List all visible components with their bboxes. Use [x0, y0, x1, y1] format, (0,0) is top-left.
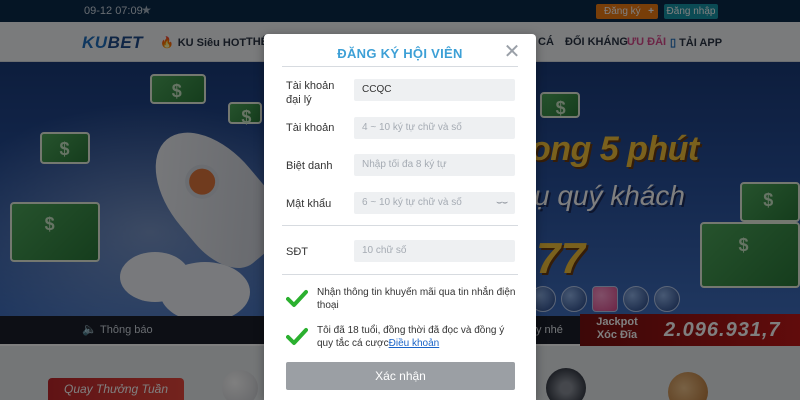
terms-link[interactable]: Điều khoản	[389, 338, 440, 349]
terms-checkbox-label: Tôi đã 18 tuổi, đồng thời đã đọc và đồng…	[317, 324, 517, 350]
agent-label: Tài khoản đại lý	[286, 80, 335, 106]
password-label: Mật khẩu	[286, 198, 332, 210]
register-modal: ĐĂNG KÝ HỘI VIÊN ✕ Tài khoản đại lý CCQC…	[264, 34, 536, 400]
eye-icon[interactable]: ⌣⌣	[496, 197, 508, 208]
password-input[interactable]: 6 ~ 10 ký tự chữ và số	[354, 192, 515, 214]
phone-label: SĐT	[286, 246, 308, 258]
account-label: Tài khoản	[286, 122, 335, 134]
checkmark-icon	[286, 328, 308, 345]
divider	[282, 225, 518, 226]
promo-checkbox[interactable]	[286, 288, 308, 310]
close-icon[interactable]: ✕	[502, 42, 522, 62]
account-input[interactable]: 4 ~ 10 ký tự chữ và số	[354, 117, 515, 139]
phone-input[interactable]: 10 chữ số	[354, 240, 515, 262]
nickname-input[interactable]: Nhập tối đa 8 ký tự	[354, 154, 515, 176]
terms-checkbox[interactable]	[286, 326, 308, 348]
submit-button[interactable]: Xác nhận	[286, 362, 515, 390]
agent-field[interactable]: CCQC	[354, 79, 515, 101]
promo-checkbox-label: Nhận thông tin khuyến mãi qua tin nhắn đ…	[317, 287, 516, 311]
nickname-label: Biệt danh	[286, 160, 333, 172]
divider	[282, 274, 518, 275]
divider	[282, 66, 518, 67]
modal-title: ĐĂNG KÝ HỘI VIÊN	[337, 46, 463, 61]
checkmark-icon	[286, 290, 308, 307]
